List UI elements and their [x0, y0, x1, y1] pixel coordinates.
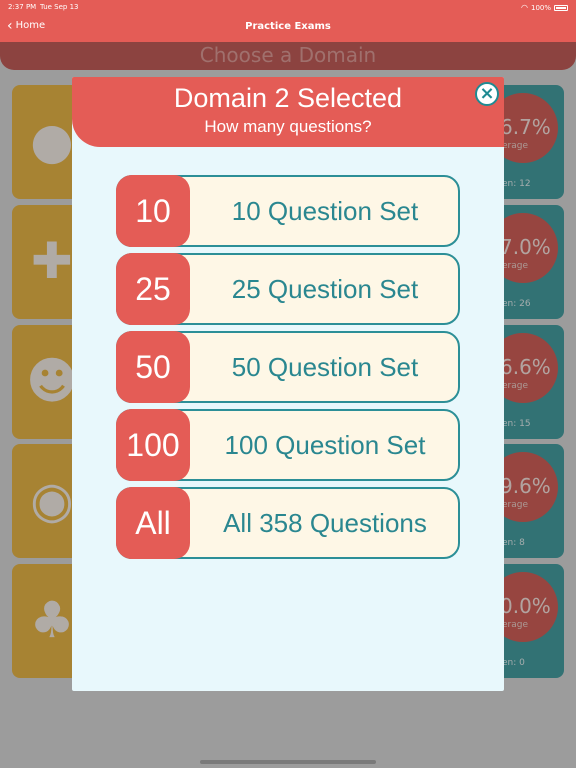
option-badge: 10	[116, 175, 190, 247]
option-badge: 50	[116, 331, 190, 403]
battery-level: 100%	[530, 3, 551, 12]
option-label: 10 Question Set	[231, 196, 419, 226]
status-time: 2:37 PM	[8, 3, 37, 11]
option-label: All 358 Questions	[223, 508, 427, 538]
modal-subtitle: How many questions?	[204, 117, 372, 136]
page-title: Practice Exams	[245, 21, 331, 32]
wifi-icon: ◠	[521, 3, 528, 12]
option-10-questions[interactable]: 10 10 Question Set	[116, 175, 460, 247]
navigation-bar: 2:37 PM Tue Sep 13 ◠ 100% ‹ Home Practic…	[0, 0, 576, 42]
status-indicators: ◠ 100%	[521, 3, 568, 12]
option-badge: All	[116, 487, 190, 559]
option-label: 50 Question Set	[231, 352, 419, 382]
battery-icon	[554, 4, 568, 11]
home-indicator[interactable]	[200, 760, 376, 764]
option-label: 100 Question Set	[224, 430, 426, 460]
modal-title: Domain 2 Selected	[173, 83, 403, 113]
modal-header: Domain 2 Selected How many questions?	[72, 77, 504, 147]
option-badge: 25	[116, 253, 190, 325]
option-25-questions[interactable]: 25 25 Question Set	[116, 253, 460, 325]
question-count-modal: Domain 2 Selected How many questions? × …	[72, 77, 504, 691]
option-badge: 100	[116, 409, 190, 481]
close-icon[interactable]: ×	[475, 82, 499, 106]
status-date: Tue Sep 13	[40, 3, 79, 11]
option-all-questions[interactable]: All All 358 Questions	[116, 487, 460, 559]
option-label: 25 Question Set	[231, 274, 419, 304]
option-100-questions[interactable]: 100 100 Question Set	[116, 409, 460, 481]
option-50-questions[interactable]: 50 50 Question Set	[116, 331, 460, 403]
